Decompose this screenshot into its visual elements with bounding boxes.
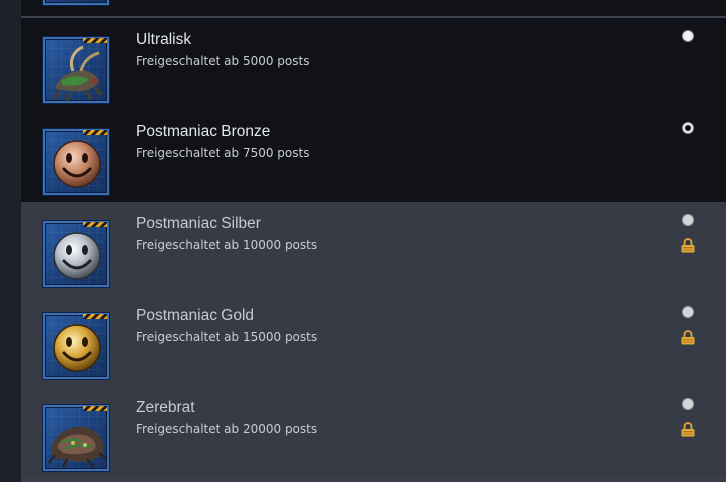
avatar-row-zerebrat[interactable]: Zerebrat Freigeschaltet ab 20000 posts xyxy=(21,386,726,478)
avatar-radio-button-selected[interactable] xyxy=(682,122,694,134)
smiley-bronze-icon xyxy=(42,128,110,196)
avatar-name: Postmaniac Bronze xyxy=(136,123,271,140)
left-sidebar-strip xyxy=(0,0,21,482)
avatar-name: Postmaniac Gold xyxy=(136,307,255,324)
avatar-thumbnail xyxy=(42,0,110,6)
avatar-unlock-text: Freigeschaltet ab 5000 posts xyxy=(136,54,310,68)
avatar-radio-button[interactable] xyxy=(682,214,694,226)
avatar-name: Zerebrat xyxy=(136,399,195,416)
avatar-radio-button[interactable] xyxy=(682,398,694,410)
avatar-row-ultralisk[interactable]: Ultralisk Freigeschaltet ab 5000 posts xyxy=(21,18,726,112)
avatar-unlock-text: Freigeschaltet ab 10000 posts xyxy=(136,238,318,252)
avatar-row-partial[interactable] xyxy=(21,0,726,18)
lock-icon xyxy=(681,238,695,253)
avatar-unlock-text: Freigeschaltet ab 15000 posts xyxy=(136,330,318,344)
zerebrat-icon xyxy=(42,404,110,472)
smiley-silver-icon xyxy=(42,220,110,288)
avatar-name: Ultralisk xyxy=(136,31,192,48)
avatar-row-postmaniac-bronze[interactable]: Postmaniac Bronze Freigeschaltet ab 7500… xyxy=(21,110,726,204)
ultralisk-icon xyxy=(42,36,110,104)
avatar-unlock-text: Freigeschaltet ab 7500 posts xyxy=(136,146,310,160)
smiley-gold-icon xyxy=(42,312,110,380)
avatar-radio-button[interactable] xyxy=(682,30,694,42)
avatar-row-postmaniac-silber[interactable]: Postmaniac Silber Freigeschaltet ab 1000… xyxy=(21,202,726,294)
avatar-list: Ultralisk Freigeschaltet ab 5000 posts P… xyxy=(21,0,726,482)
avatar-radio-button[interactable] xyxy=(682,306,694,318)
avatar-unlock-text: Freigeschaltet ab 20000 posts xyxy=(136,422,318,436)
avatar-name: Postmaniac Silber xyxy=(136,215,261,232)
avatar-row-postmaniac-gold[interactable]: Postmaniac Gold Freigeschaltet ab 15000 … xyxy=(21,294,726,386)
lock-icon xyxy=(681,330,695,345)
lock-icon xyxy=(681,422,695,437)
